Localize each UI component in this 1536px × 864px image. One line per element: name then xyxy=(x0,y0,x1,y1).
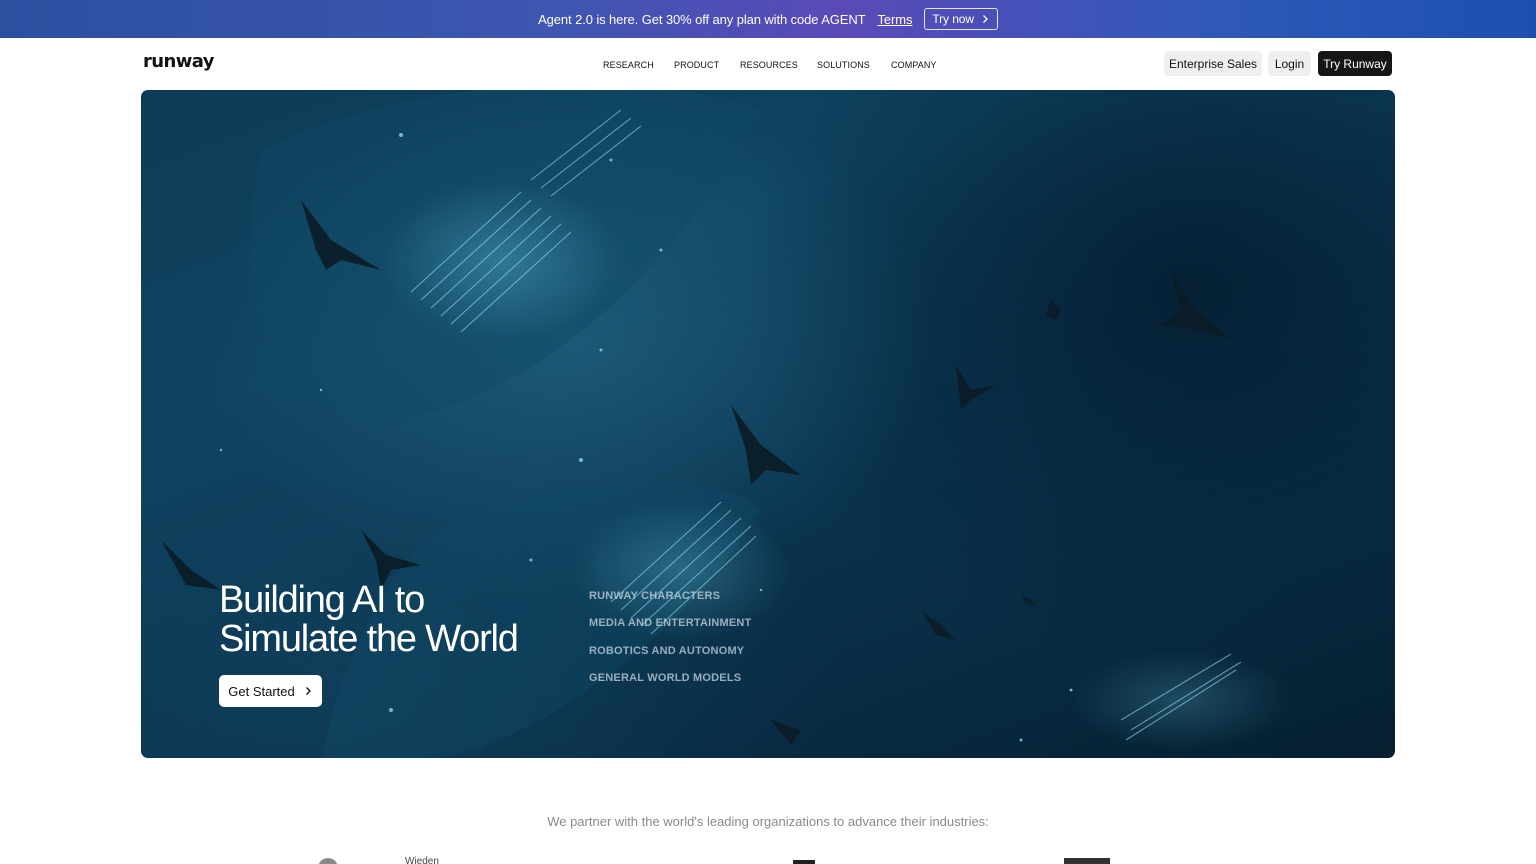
get-started-button[interactable]: Get Started xyxy=(219,675,322,707)
enterprise-sales-button[interactable]: Enterprise Sales xyxy=(1164,51,1262,76)
partner-logos-row: Wieden xyxy=(0,852,1536,864)
chevron-right-icon xyxy=(305,687,311,695)
nav-link-resources[interactable]: RESOURCES xyxy=(740,60,798,70)
hero-category-list: RUNWAY CHARACTERS MEDIA AND ENTERTAINMEN… xyxy=(589,590,751,699)
partner-logo xyxy=(1064,858,1110,864)
partner-logo xyxy=(793,860,815,864)
promo-try-now-button[interactable]: Try now xyxy=(924,8,998,30)
category-general-world-models[interactable]: GENERAL WORLD MODELS xyxy=(589,672,751,699)
nav-link-product[interactable]: PRODUCT xyxy=(674,60,719,70)
hero-section: Building AI to Simulate the World Get St… xyxy=(141,90,1395,758)
chevron-right-icon xyxy=(982,15,988,23)
partners-text: We partner with the world's leading orga… xyxy=(547,814,989,829)
partner-logo xyxy=(318,858,338,864)
hero-title-line-1: Building AI to xyxy=(219,579,425,621)
login-button[interactable]: Login xyxy=(1268,51,1311,76)
hero-title-line-2: Simulate the World xyxy=(219,618,519,660)
category-robotics-and-autonomy[interactable]: ROBOTICS AND AUTONOMY xyxy=(589,645,751,672)
category-media-and-entertainment[interactable]: MEDIA AND ENTERTAINMENT xyxy=(589,617,751,644)
get-started-label: Get Started xyxy=(228,683,295,699)
hero-title: Building AI to Simulate the World xyxy=(219,581,579,659)
try-runway-button[interactable]: Try Runway xyxy=(1318,51,1392,76)
nav-link-solutions[interactable]: SOLUTIONS xyxy=(817,60,870,70)
nav-link-research[interactable]: RESEARCH xyxy=(603,60,654,70)
promo-text: Agent 2.0 is here. Get 30% off any plan … xyxy=(538,11,866,27)
partner-logo-wieden: Wieden xyxy=(405,856,439,864)
promo-try-now-label: Try now xyxy=(932,12,974,26)
category-runway-characters[interactable]: RUNWAY CHARACTERS xyxy=(589,590,751,617)
top-nav: runway RESEARCH PRODUCT RESOURCES SOLUTI… xyxy=(0,38,1536,90)
promo-banner: Agent 2.0 is here. Get 30% off any plan … xyxy=(0,0,1536,38)
promo-terms-link[interactable]: Terms xyxy=(877,12,912,27)
nav-link-company[interactable]: COMPANY xyxy=(891,60,937,70)
